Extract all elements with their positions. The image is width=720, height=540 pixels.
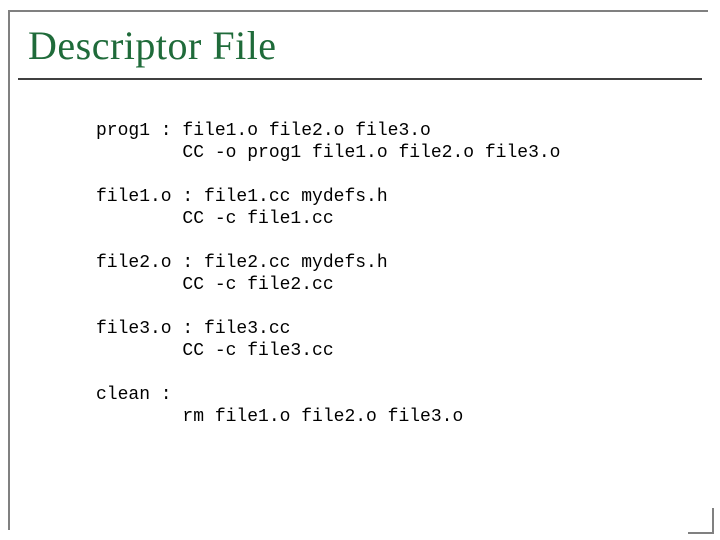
code-line: file1.o : file1.cc mydefs.h [96, 187, 388, 207]
makefile-code-block: prog1 : file1.o file2.o file3.o CC -o pr… [96, 120, 560, 428]
frame-left [8, 10, 10, 530]
code-line: CC -c file2.cc [96, 275, 334, 295]
code-line: file2.o : file2.cc mydefs.h [96, 253, 388, 273]
code-line: file3.o : file3.cc [96, 319, 290, 339]
code-line: rm file1.o file2.o file3.o [96, 407, 463, 427]
frame-corner-bottom-right [688, 508, 714, 534]
slide: Descriptor File prog1 : file1.o file2.o … [0, 0, 720, 540]
code-line: CC -c file1.cc [96, 209, 334, 229]
frame-top [8, 10, 708, 12]
code-line: clean : [96, 385, 172, 405]
code-line: prog1 : file1.o file2.o file3.o [96, 121, 431, 141]
title-underline [18, 78, 702, 80]
code-line: CC -o prog1 file1.o file2.o file3.o [96, 143, 560, 163]
slide-title: Descriptor File [28, 22, 277, 69]
code-line: CC -c file3.cc [96, 341, 334, 361]
